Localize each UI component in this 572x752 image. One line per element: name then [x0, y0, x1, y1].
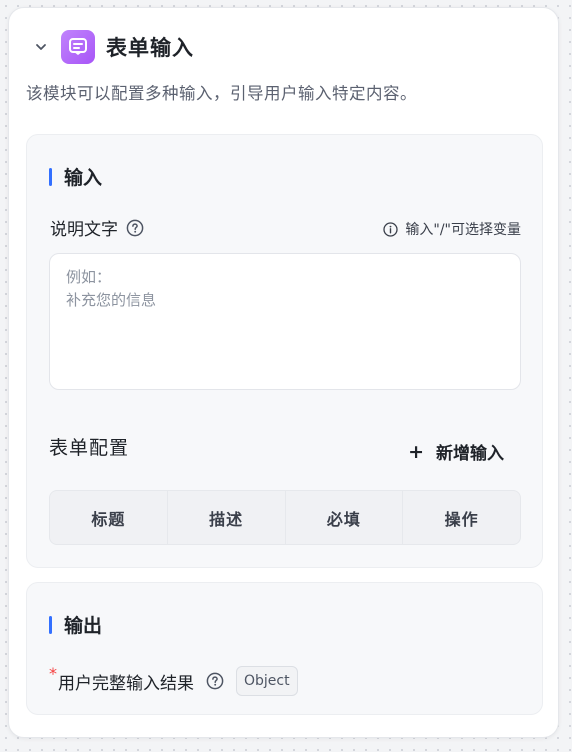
- section-accent-bar: [49, 615, 52, 634]
- output-section: 输出 * 用户完整输入结果 Object: [26, 582, 543, 715]
- placeholder-line-1: 例如：: [66, 268, 112, 286]
- placeholder-line-2: 补充您的信息: [66, 291, 157, 309]
- form-config-label: 表单配置: [49, 437, 130, 459]
- required-mark: *: [49, 663, 57, 683]
- input-section-header: 输入: [49, 163, 102, 190]
- plus-icon: +: [408, 440, 424, 463]
- section-accent-bar: [49, 167, 52, 186]
- node-title: 表单输入: [106, 36, 194, 60]
- description-textarea[interactable]: 例如： 补充您的信息: [49, 253, 521, 390]
- column-header-description: 描述: [168, 491, 286, 544]
- add-input-button[interactable]: + 新增输入: [408, 439, 504, 465]
- variable-hint-text: 输入"/"可选择变量: [405, 222, 521, 238]
- output-type-tag: Object: [236, 666, 298, 696]
- info-icon: [383, 221, 399, 237]
- description-field-label-row: 说明文字: [50, 215, 144, 240]
- chevron-down-icon: [36, 44, 46, 50]
- input-section-title: 输入: [64, 167, 103, 189]
- column-header-title: 标题: [50, 491, 168, 544]
- variable-hint: 输入"/"可选择变量: [383, 219, 521, 239]
- form-input-node: 表单输入 该模块可以配置多种输入，引导用户输入特定内容。 输入 说明文字 输入"…: [8, 7, 559, 738]
- form-icon: [61, 30, 95, 64]
- column-header-actions: 操作: [444, 509, 479, 529]
- node-header: 表单输入: [31, 30, 194, 64]
- collapse-toggle[interactable]: [31, 37, 51, 57]
- input-section: 输入 说明文字 输入"/"可选择变量 例如： 补充您的信息 表单配置 + 新增输…: [26, 134, 543, 568]
- output-section-header: 输出: [49, 611, 102, 638]
- output-field-row: * 用户完整输入结果 Object: [49, 663, 298, 696]
- column-header-required: 必填: [286, 491, 404, 544]
- help-icon[interactable]: [126, 219, 144, 237]
- node-description: 该模块可以配置多种输入，引导用户输入特定内容。: [26, 84, 417, 103]
- output-section-title: 输出: [64, 615, 103, 637]
- form-config-table-header: 标题 描述 必填 操作: [49, 490, 521, 545]
- output-field-label: 用户完整输入结果: [58, 673, 194, 694]
- add-input-label: 新增输入: [436, 444, 504, 464]
- help-icon[interactable]: [206, 672, 224, 690]
- description-field-label: 说明文字: [50, 220, 118, 240]
